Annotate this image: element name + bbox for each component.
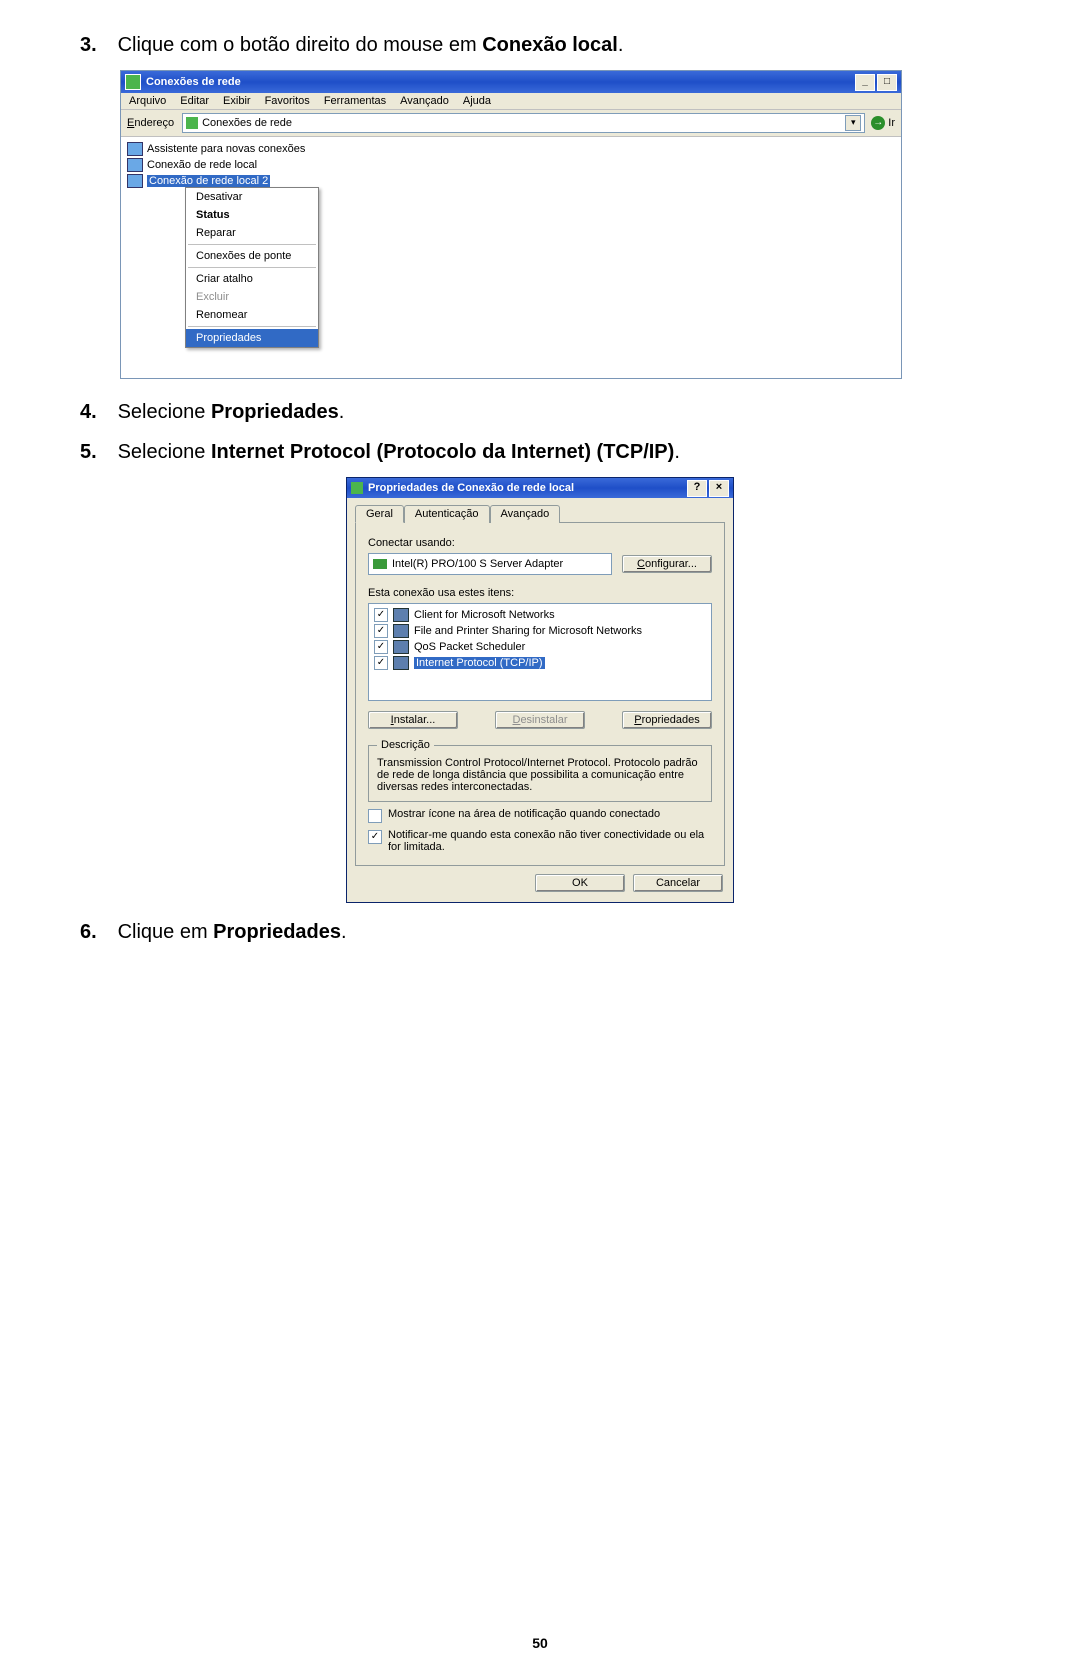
checkbox[interactable]: ✓	[374, 656, 388, 670]
uninstall-button: Desinstalar	[495, 711, 585, 729]
address-label: Endereço	[127, 117, 176, 129]
separator	[188, 326, 316, 327]
ctx-status[interactable]: Status	[186, 206, 318, 224]
list-item[interactable]: ✓QoS Packet Scheduler	[372, 639, 708, 655]
checkbox[interactable]: ✓	[368, 830, 382, 844]
step-5-num: 5.	[80, 437, 112, 467]
properties-button[interactable]: Propriedades	[622, 711, 712, 729]
address-field[interactable]: Conexões de rede ▾	[182, 113, 865, 133]
ctx-repair[interactable]: Reparar	[186, 224, 318, 242]
network-icon	[125, 74, 141, 90]
menu-arquivo[interactable]: Arquivo	[129, 95, 166, 107]
connect-using-label: Conectar usando:	[368, 537, 712, 549]
titlebar[interactable]: Propriedades de Conexão de rede local ? …	[347, 478, 733, 498]
ctx-rename[interactable]: Renomear	[186, 306, 318, 324]
step-4-num: 4.	[80, 397, 112, 427]
install-button[interactable]: Instalar...	[368, 711, 458, 729]
menu-editar[interactable]: Editar	[180, 95, 209, 107]
tab-page-geral: Conectar usando: Intel(R) PRO/100 S Serv…	[355, 522, 725, 866]
step-6-num: 6.	[80, 917, 112, 947]
menu-favoritos[interactable]: Favoritos	[265, 95, 310, 107]
ctx-properties[interactable]: Propriedades	[186, 329, 318, 347]
titlebar[interactable]: Conexões de rede _ □	[121, 71, 901, 93]
address-dropdown-button[interactable]: ▾	[845, 115, 861, 131]
ok-button[interactable]: OK	[535, 874, 625, 892]
go-icon: →	[871, 116, 885, 130]
client-icon	[393, 608, 409, 622]
context-menu: Desativar Status Reparar Conexões de pon…	[185, 187, 319, 348]
minimize-button[interactable]: _	[855, 74, 875, 91]
window-title: Conexões de rede	[146, 76, 241, 88]
step-6: 6. Clique em Propriedades.	[80, 917, 1000, 947]
checkbox[interactable]: ✓	[374, 608, 388, 622]
list-item[interactable]: Assistente para novas conexões	[125, 141, 897, 157]
menu-avancado[interactable]: Avançado	[400, 95, 449, 107]
ctx-bridge[interactable]: Conexões de ponte	[186, 247, 318, 265]
maximize-button[interactable]: □	[877, 74, 897, 91]
menubar: Arquivo Editar Exibir Favoritos Ferramen…	[121, 93, 901, 110]
address-value: Conexões de rede	[202, 117, 841, 129]
checkbox[interactable]: ✓	[374, 624, 388, 638]
connection-icon	[351, 482, 363, 494]
separator	[188, 244, 316, 245]
folder-body[interactable]: Assistente para novas conexões Conexão d…	[121, 137, 901, 378]
separator	[188, 267, 316, 268]
menu-exibir[interactable]: Exibir	[223, 95, 251, 107]
list-item[interactable]: ✓File and Printer Sharing for Microsoft …	[372, 623, 708, 639]
ctx-disable[interactable]: Desativar	[186, 188, 318, 206]
service-icon	[393, 624, 409, 638]
dialog-title: Propriedades de Conexão de rede local	[368, 482, 574, 494]
step-5: 5. Selecione Internet Protocol (Protocol…	[80, 437, 1000, 467]
description-legend: Descrição	[377, 739, 434, 751]
menu-ajuda[interactable]: Ajuda	[463, 95, 491, 107]
step-4: 4. Selecione Propriedades.	[80, 397, 1000, 427]
connection-icon	[127, 158, 143, 172]
checkbox[interactable]	[368, 809, 382, 823]
description-text: Transmission Control Protocol/Internet P…	[377, 757, 703, 793]
ctx-delete: Excluir	[186, 288, 318, 306]
nic-icon	[373, 559, 387, 569]
list-item[interactable]: Conexão de rede local	[125, 157, 897, 173]
connection-properties-dialog: Propriedades de Conexão de rede local ? …	[346, 477, 734, 903]
list-item-selected[interactable]: ✓Internet Protocol (TCP/IP)	[372, 655, 708, 671]
components-listbox[interactable]: ✓Client for Microsoft Networks ✓File and…	[368, 603, 712, 701]
description-group: Descrição Transmission Control Protocol/…	[368, 739, 712, 802]
checkbox[interactable]: ✓	[374, 640, 388, 654]
tabs: Geral Autenticação Avançado	[347, 498, 733, 522]
tab-avancado[interactable]: Avançado	[490, 505, 561, 523]
wizard-icon	[127, 142, 143, 156]
step-3: 3. Clique com o botão direito do mouse e…	[80, 30, 1000, 60]
adapter-name: Intel(R) PRO/100 S Server Adapter	[392, 558, 563, 570]
go-button[interactable]: → Ir	[871, 116, 895, 130]
list-item[interactable]: ✓Client for Microsoft Networks	[372, 607, 708, 623]
step-3-num: 3.	[80, 30, 112, 60]
option-show-icon[interactable]: Mostrar ícone na área de notificação qua…	[368, 808, 712, 823]
cancel-button[interactable]: Cancelar	[633, 874, 723, 892]
close-button[interactable]: ×	[709, 480, 729, 497]
tab-geral[interactable]: Geral	[355, 505, 404, 523]
option-notify-limited[interactable]: ✓ Notificar-me quando esta conexão não t…	[368, 829, 712, 853]
adapter-field[interactable]: Intel(R) PRO/100 S Server Adapter	[368, 553, 612, 575]
folder-icon	[186, 117, 198, 129]
tab-autenticacao[interactable]: Autenticação	[404, 505, 490, 523]
protocol-icon	[393, 656, 409, 670]
configure-button[interactable]: Configurar...	[622, 555, 712, 573]
help-button[interactable]: ?	[687, 480, 707, 497]
menu-ferramentas[interactable]: Ferramentas	[324, 95, 386, 107]
connection-icon	[127, 174, 143, 188]
items-label: Esta conexão usa estes itens:	[368, 587, 712, 599]
service-icon	[393, 640, 409, 654]
page-number: 50	[0, 1635, 1080, 1651]
network-connections-window: Conexões de rede _ □ Arquivo Editar Exib…	[120, 70, 902, 379]
ctx-shortcut[interactable]: Criar atalho	[186, 270, 318, 288]
address-bar: Endereço Conexões de rede ▾ → Ir	[121, 110, 901, 137]
